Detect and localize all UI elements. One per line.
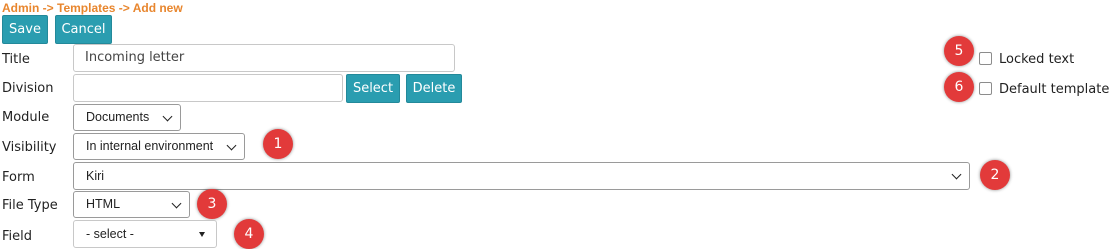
module-label: Module: [2, 110, 50, 125]
locked-text-checkbox[interactable]: [979, 52, 992, 65]
form-select[interactable]: Kiri: [73, 162, 970, 190]
file-type-select-value: HTML: [86, 197, 121, 211]
division-label: Division: [2, 81, 54, 96]
callout-badge-4: 4: [234, 219, 264, 249]
locked-text-label: Locked text: [999, 52, 1075, 67]
chevron-down-icon: [171, 198, 182, 209]
caret-down-icon: [199, 232, 205, 237]
form-select-value: Kiri: [86, 169, 105, 183]
visibility-label: Visibility: [2, 140, 57, 155]
module-select-value: Documents: [86, 110, 150, 124]
default-template-label: Default template: [999, 82, 1110, 97]
cancel-button[interactable]: Cancel: [55, 15, 112, 44]
title-input[interactable]: Incoming letter: [73, 44, 455, 72]
field-select-value: - select -: [86, 227, 134, 241]
save-button[interactable]: Save: [2, 15, 48, 44]
field-label: Field: [2, 229, 33, 244]
division-select-button[interactable]: Select: [346, 74, 400, 103]
title-label: Title: [2, 52, 30, 67]
chevron-down-icon: [951, 169, 962, 180]
file-type-select[interactable]: HTML: [73, 191, 190, 218]
division-input[interactable]: [73, 74, 343, 102]
callout-badge-3: 3: [197, 189, 227, 219]
visibility-select-value: In internal environment: [86, 139, 214, 153]
callout-badge-6: 6: [944, 72, 974, 102]
callout-badge-5: 5: [944, 36, 974, 66]
breadcrumb: Admin -> Templates -> Add new: [2, 1, 183, 15]
file-type-label: File Type: [2, 198, 58, 213]
chevron-down-icon: [162, 111, 173, 122]
chevron-down-icon: [226, 140, 237, 151]
visibility-select[interactable]: In internal environment: [73, 133, 245, 160]
callout-badge-2: 2: [980, 160, 1010, 190]
division-delete-button[interactable]: Delete: [406, 74, 462, 103]
form-label: Form: [2, 170, 35, 185]
default-template-checkbox[interactable]: [979, 82, 992, 95]
module-select[interactable]: Documents: [73, 104, 181, 131]
field-select[interactable]: - select -: [73, 220, 217, 248]
callout-badge-1: 1: [263, 129, 293, 159]
